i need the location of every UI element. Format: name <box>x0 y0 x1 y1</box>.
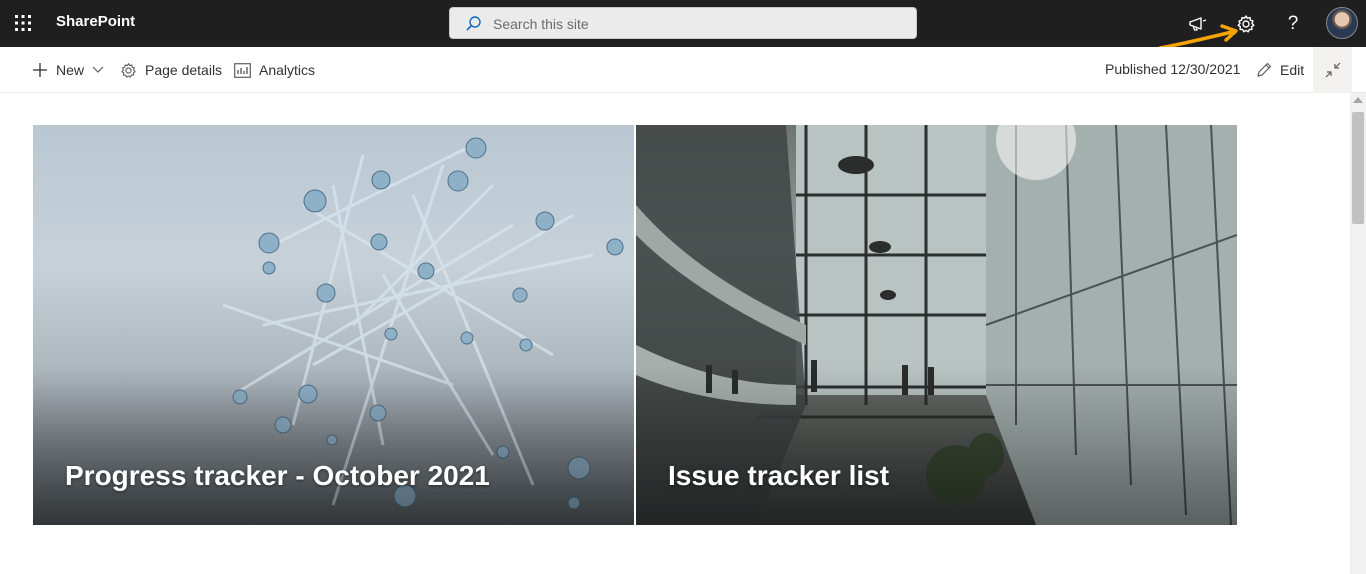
search-box[interactable]: Search this site <box>449 7 917 39</box>
edit-button[interactable]: Edit <box>1256 47 1304 93</box>
collapse-icon <box>1325 62 1340 78</box>
scrollbar-thumb[interactable] <box>1352 112 1364 224</box>
plus-icon <box>33 63 47 77</box>
chevron-down-icon <box>92 66 104 73</box>
edit-label: Edit <box>1280 62 1305 78</box>
suite-bar: SharePoint Search this site ? <box>0 0 1366 47</box>
tile-title[interactable]: Progress tracker - October 2021 <box>65 460 490 492</box>
page-details-button[interactable]: Page details <box>120 47 222 93</box>
tile-shade <box>33 365 634 525</box>
pencil-icon <box>1257 62 1272 77</box>
published-status: Published 12/30/2021 <box>1105 61 1241 77</box>
new-label: New <box>56 62 85 78</box>
analytics-button[interactable]: Analytics <box>234 47 315 93</box>
help-glyph: ? <box>1287 13 1299 34</box>
megaphone-icon[interactable] <box>1182 8 1214 40</box>
help-icon[interactable]: ? <box>1277 8 1309 40</box>
analytics-label: Analytics <box>259 62 316 78</box>
app-name[interactable]: SharePoint <box>56 13 135 30</box>
gear-icon[interactable] <box>1230 8 1262 40</box>
page-details-label: Page details <box>145 62 223 78</box>
hero-tile-progress-tracker[interactable]: Progress tracker - October 2021 <box>33 125 634 525</box>
hero-tile-issue-tracker[interactable]: Issue tracker list <box>636 125 1237 525</box>
collapse-button[interactable] <box>1313 47 1352 93</box>
scroll-up-arrow[interactable] <box>1353 97 1363 103</box>
search-icon <box>465 15 483 38</box>
settings-icon <box>121 62 136 78</box>
tile-title[interactable]: Issue tracker list <box>668 460 889 492</box>
command-bar: New Page details Analytics Published 12/… <box>0 47 1366 93</box>
analytics-icon <box>234 62 251 78</box>
tile-shade <box>636 365 1237 525</box>
avatar[interactable] <box>1326 7 1358 39</box>
search-input[interactable]: Search this site <box>493 16 589 32</box>
new-button[interactable]: New <box>32 47 104 93</box>
waffle-icon[interactable] <box>8 8 38 38</box>
